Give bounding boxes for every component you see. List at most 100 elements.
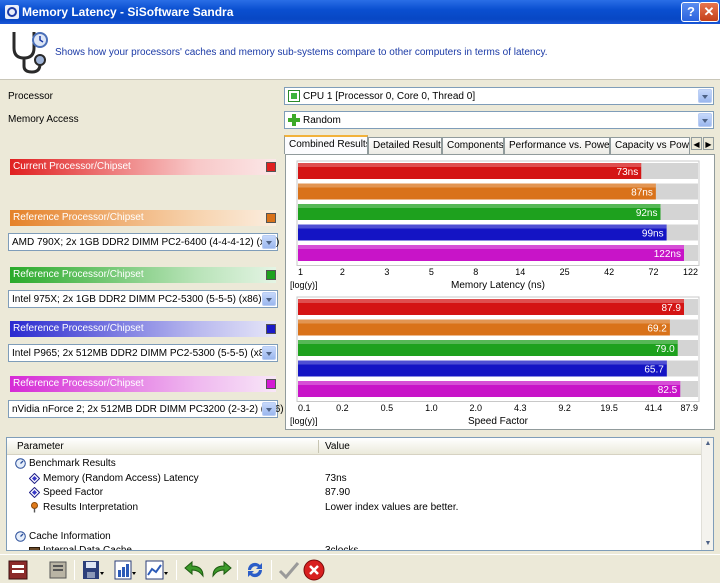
property-row[interactable]: Cache Information bbox=[7, 530, 703, 544]
x-tick-label: 0.1 bbox=[298, 403, 311, 413]
reference-label: Reference Processor/Chipset bbox=[13, 269, 144, 280]
reference-selection-3: Intel P965; 2x 512MB DDR2 DIMM PC2-5300 … bbox=[12, 348, 274, 359]
scroll-up-icon[interactable]: ▲ bbox=[703, 439, 713, 449]
report-icon[interactable] bbox=[6, 558, 30, 582]
reference-select-1[interactable]: AMD 790X; 2x 1GB DDR2 DIMM PC2-6400 (4-4… bbox=[8, 233, 279, 251]
chevron-down-icon[interactable] bbox=[698, 113, 712, 127]
property-row[interactable]: Benchmark Results bbox=[7, 457, 703, 471]
main-area: Processor CPU 1 [Processor 0, Core 0, Th… bbox=[0, 81, 720, 435]
diamond-icon bbox=[29, 487, 40, 498]
reference-select-4[interactable]: nVidia nForce 2; 2x 512MB DDR DIMM PC320… bbox=[8, 400, 284, 418]
bar-value-label: 122ns bbox=[654, 249, 681, 260]
reference-select-2[interactable]: Intel 975X; 2x 1GB DDR2 DIMM PC2-5300 (5… bbox=[8, 290, 278, 308]
bar-value-label: 87ns bbox=[631, 188, 653, 199]
checkmark-icon[interactable] bbox=[277, 558, 301, 582]
chevron-down-icon[interactable] bbox=[262, 402, 276, 416]
reference-color-swatch-1[interactable] bbox=[266, 213, 276, 223]
options-icon[interactable] bbox=[46, 558, 70, 582]
back-arrow-icon[interactable] bbox=[183, 558, 207, 582]
table-chart-icon[interactable] bbox=[112, 558, 136, 582]
memory-access-label: Memory Access bbox=[8, 114, 79, 125]
current-color-swatch[interactable] bbox=[266, 162, 276, 172]
tab-scroll-left-icon[interactable]: ◀ bbox=[691, 137, 702, 150]
chart-panel: 73ns 87ns 92ns 99ns 122ns 1 2 3 5 8 14 25 42 72 122 [lo… bbox=[285, 154, 715, 430]
bottom-toolbar bbox=[0, 554, 720, 583]
scroll-down-icon[interactable]: ▼ bbox=[703, 539, 713, 549]
tab-scroll-right-icon[interactable]: ▶ bbox=[703, 137, 714, 150]
chevron-down-icon[interactable] bbox=[262, 292, 276, 306]
property-name: Results Interpretation bbox=[43, 501, 139, 513]
tab-combined-results[interactable]: Combined Results bbox=[284, 135, 368, 154]
bar-highlight bbox=[298, 204, 661, 208]
value-column-header[interactable]: Value bbox=[325, 441, 350, 452]
reference-color-swatch-2[interactable] bbox=[266, 270, 276, 280]
bar-highlight bbox=[298, 340, 678, 344]
x-tick-label: 0.2 bbox=[336, 403, 349, 413]
bar-highlight bbox=[298, 245, 684, 249]
line-chart-icon[interactable] bbox=[144, 558, 168, 582]
bar-value-label: 65.7 bbox=[644, 365, 664, 376]
property-name: Cache Information bbox=[29, 530, 111, 542]
reference-band-1: Reference Processor/Chipset bbox=[10, 210, 276, 226]
reference-color-swatch-3[interactable] bbox=[266, 324, 276, 334]
bar-value-label: 92ns bbox=[636, 208, 658, 219]
x-tick-label: 0.5 bbox=[381, 403, 394, 413]
reference-select-3[interactable]: Intel P965; 2x 512MB DDR2 DIMM PC2-5300 … bbox=[8, 344, 278, 362]
save-icon[interactable] bbox=[80, 558, 104, 582]
help-button[interactable]: ? bbox=[681, 2, 701, 22]
bar-highlight bbox=[298, 319, 670, 324]
title-bar: Memory Latency - SiSoftware Sandra ? ✕ bbox=[0, 0, 720, 24]
tab-capacity-vs-power[interactable]: Capacity vs Powe bbox=[610, 137, 690, 154]
property-name: Benchmark Results bbox=[29, 458, 116, 469]
x-tick-label: 2 bbox=[340, 267, 345, 277]
bar-value-label: 99ns bbox=[642, 229, 664, 240]
reference-color-swatch-4[interactable] bbox=[266, 379, 276, 389]
x-tick-label: 87.9 bbox=[680, 403, 698, 413]
stethoscope-icon bbox=[12, 32, 48, 74]
properties-scrollbar[interactable]: ▲ ▼ bbox=[701, 438, 713, 550]
x-tick-label: 8 bbox=[473, 267, 478, 277]
tab-performance-vs-power[interactable]: Performance vs. Power bbox=[504, 137, 610, 154]
memory-access-select[interactable]: Random bbox=[284, 111, 714, 129]
x-tick-label: 42 bbox=[604, 267, 614, 277]
chevron-down-icon[interactable] bbox=[262, 235, 276, 249]
results-property-list: Parameter Value Benchmark Results Memory … bbox=[6, 437, 714, 551]
chevron-down-icon[interactable] bbox=[698, 89, 712, 103]
current-processor-band: Current Processor/Chipset bbox=[10, 159, 276, 175]
diamond-icon bbox=[29, 472, 40, 484]
property-row[interactable] bbox=[7, 515, 703, 529]
log-scale-label: [log(y)] bbox=[290, 416, 318, 426]
bar-highlight bbox=[298, 183, 656, 188]
tab-detailed-results[interactable]: Detailed Results bbox=[368, 137, 442, 154]
x-tick-label: 5 bbox=[429, 267, 434, 277]
processor-select[interactable]: CPU 1 [Processor 0, Core 0, Thread 0] bbox=[284, 87, 714, 105]
property-row[interactable]: Internal Data Cache 3clocks bbox=[7, 544, 703, 551]
window-title: Memory Latency - SiSoftware Sandra bbox=[22, 5, 234, 19]
header-description: Shows how your processors' caches and me… bbox=[55, 47, 548, 58]
bar-value-label: 79.0 bbox=[655, 344, 675, 355]
memory-access-value: Random bbox=[303, 115, 341, 126]
cancel-icon[interactable] bbox=[302, 558, 326, 582]
reference-band-4: Reference Processor/Chipset bbox=[10, 376, 276, 392]
property-value: 3clocks bbox=[325, 545, 359, 551]
processor-label: Processor bbox=[8, 91, 54, 102]
x-axis-label: Memory Latency (ns) bbox=[451, 280, 545, 291]
reference-selection-4: nVidia nForce 2; 2x 512MB DDR DIMM PC320… bbox=[12, 404, 284, 415]
x-tick-label: 1 bbox=[298, 267, 303, 277]
property-row[interactable]: Speed Factor 87.90 bbox=[7, 486, 703, 500]
pin-icon bbox=[31, 501, 38, 512]
reference-band-2: Reference Processor/Chipset bbox=[10, 267, 276, 283]
property-name: Internal Data Cache bbox=[43, 545, 132, 551]
tab-components[interactable]: Components bbox=[442, 137, 504, 154]
close-button[interactable]: ✕ bbox=[699, 2, 719, 22]
forward-arrow-icon[interactable] bbox=[209, 558, 233, 582]
parameter-column-header[interactable]: Parameter bbox=[17, 441, 64, 452]
property-row[interactable]: Results Interpretation Lower index values… bbox=[7, 501, 703, 515]
refresh-icon[interactable] bbox=[243, 558, 267, 582]
current-processor-label: Current Processor/Chipset bbox=[13, 161, 131, 172]
reference-band-3: Reference Processor/Chipset bbox=[10, 321, 276, 337]
bar-highlight bbox=[298, 381, 681, 385]
gauge-icon bbox=[15, 458, 26, 469]
property-row[interactable]: Memory (Random Access) Latency 73ns bbox=[7, 472, 703, 486]
chevron-down-icon[interactable] bbox=[262, 346, 276, 360]
